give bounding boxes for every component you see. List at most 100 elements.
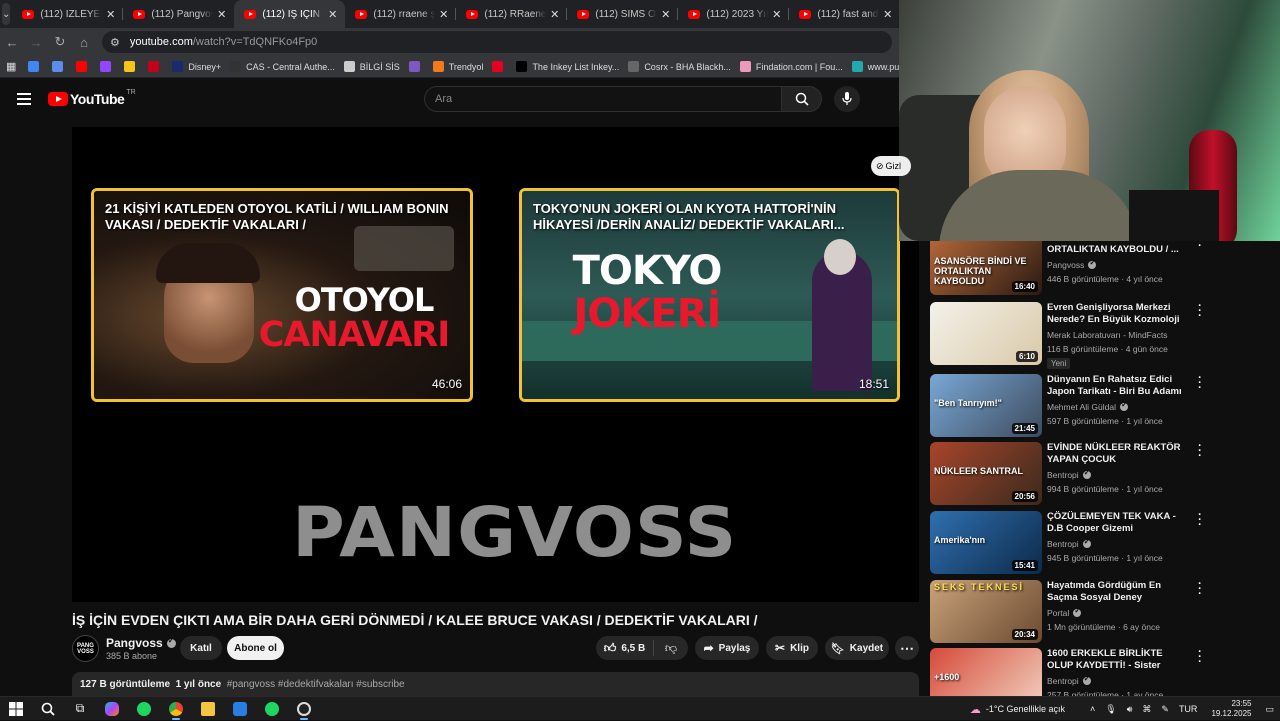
clip-button[interactable]: ✂ Klip	[766, 636, 818, 660]
end-screen-video-1[interactable]: 21 KİŞİYİ KATLEDEN OTOYOL KATİLİ / WILLI…	[91, 188, 473, 402]
notification-icon[interactable]: ▭	[1265, 704, 1274, 715]
search-button[interactable]	[781, 86, 822, 112]
file-explorer-icon[interactable]	[192, 697, 224, 721]
avatar-text: PANG VOSS	[77, 642, 94, 655]
more-options-icon[interactable]: ···	[1196, 241, 1204, 252]
microphone-tray-icon[interactable]: 🎙︎	[1105, 704, 1116, 715]
more-options-icon[interactable]: ···	[1196, 373, 1204, 394]
related-channel-name: Portal	[1047, 608, 1070, 618]
voice-search-button[interactable]	[834, 86, 860, 112]
end-screen-video-2[interactable]: TOKYO'NUN JOKERİ OLAN KYOTA HATTORİ'NİN …	[519, 188, 900, 402]
weather-text[interactable]: -1°C Genellikle açık	[986, 704, 1065, 714]
search-input[interactable]: Ara	[424, 86, 782, 112]
bookmark-favicon	[516, 61, 528, 72]
url-field[interactable]: ⚙ youtube.com/watch?v=TdQNFKo4Fp0	[102, 31, 892, 53]
menu-icon[interactable]	[17, 93, 31, 105]
bookmark-item[interactable]	[148, 61, 164, 72]
more-options-icon[interactable]: ···	[1196, 579, 1204, 600]
network-tray-icon[interactable]: ⌘	[1142, 704, 1151, 715]
close-tab-icon[interactable]: ✕	[217, 8, 226, 21]
close-tab-icon[interactable]: ✕	[883, 8, 892, 21]
copilot-icon[interactable]	[96, 697, 128, 721]
related-duration: 21:45	[1011, 423, 1038, 434]
language-indicator[interactable]: TUR	[1179, 704, 1198, 714]
hashtags[interactable]: #pangvoss #dedektifvakaları #subscribe	[227, 679, 405, 690]
spotify-icon-2[interactable]	[256, 697, 288, 721]
description-box[interactable]: 127 B görüntüleme 1 yıl önce #pangvoss #…	[72, 672, 919, 696]
tab-search-button[interactable]: ⌄	[2, 3, 11, 25]
chevron-up-icon[interactable]: ˄	[1090, 704, 1095, 714]
related-video-item[interactable]: ASANSÖRE BİNDİ VE ORTALIKTAN KAYBOLDU 16:…	[930, 241, 1270, 296]
app-icon[interactable]	[224, 697, 256, 721]
reload-icon[interactable]: ↻	[48, 34, 72, 50]
close-tab-icon[interactable]: ✕	[328, 8, 337, 21]
close-tab-icon[interactable]: ✕	[772, 8, 781, 21]
browser-tab[interactable]: (112) İŞ İÇİN EVDEN ✕	[234, 0, 346, 28]
more-actions-button[interactable]: ⋯	[895, 636, 919, 660]
weather-icon[interactable]: ☁	[970, 703, 981, 716]
share-button[interactable]: ➦ Paylaş	[695, 636, 759, 660]
bookmark-item[interactable]: Trendyol	[432, 61, 483, 72]
apps-icon[interactable]: ▦	[6, 60, 16, 73]
clock[interactable]: 23:55 19.12.2025	[1211, 699, 1251, 719]
search-taskbar-icon[interactable]	[32, 697, 64, 721]
tab-title: (112) 2023 Yılının	[706, 8, 769, 20]
related-video-item[interactable]: NÜKLEER SANTRAL 20:56 EVİNDE NÜKLEER REAKT…	[930, 441, 1270, 506]
related-video-item[interactable]: 6:10 Evren Genişliyorsa Merkezi Nerede? E…	[930, 301, 1270, 369]
bookmark-item[interactable]: BİLGİ SİS	[343, 61, 400, 72]
bookmark-item[interactable]	[76, 61, 92, 72]
channel-avatar[interactable]: PANG VOSS	[72, 635, 99, 662]
bookmark-item[interactable]	[52, 61, 68, 72]
dislike-button[interactable]: 👎︎	[654, 641, 688, 656]
forward-icon[interactable]: →	[24, 35, 48, 50]
start-button[interactable]	[0, 697, 32, 721]
close-tab-icon[interactable]: ✕	[106, 8, 115, 21]
bookmark-item[interactable]	[28, 61, 44, 72]
close-tab-icon[interactable]: ✕	[661, 8, 670, 21]
browser-tab[interactable]: (112) 2023 Yılının✕	[678, 0, 790, 28]
bookmark-item[interactable]	[100, 61, 116, 72]
related-video-item[interactable]: Amerika'nın 15:41 ÇÖZÜLEMEYEN TEK VAKA - D…	[930, 510, 1270, 575]
related-video-item[interactable]: SEKS TEKNESİ 20:34 Hayatımda Gördüğüm En S…	[930, 579, 1270, 644]
related-video-item[interactable]: +1600 1600 ERKEKLE BİRLİKTE OLUP KAYDETTİ…	[930, 647, 1270, 696]
home-icon[interactable]: ⌂	[72, 35, 96, 50]
bookmark-item[interactable]	[492, 61, 508, 72]
more-options-icon[interactable]: ···	[1196, 301, 1204, 322]
bookmark-item[interactable]: Disney+	[172, 61, 221, 72]
subscribe-button[interactable]: Abone ol	[227, 636, 284, 660]
youtube-logo[interactable]: YouTube TR	[48, 89, 136, 107]
obs-icon[interactable]	[288, 697, 320, 721]
chrome-icon[interactable]	[160, 697, 192, 721]
more-options-icon[interactable]: ···	[1196, 441, 1204, 462]
close-tab-icon[interactable]: ✕	[550, 8, 559, 21]
bookmark-item[interactable]: Cosrx - BHA Blackh...	[628, 61, 731, 72]
join-button[interactable]: Katıl	[180, 636, 222, 660]
back-icon[interactable]: ←	[0, 35, 24, 50]
site-info-icon[interactable]: ⚙	[110, 36, 120, 49]
like-button[interactable]: 👍︎ 6,5 B	[596, 640, 654, 656]
volume-tray-icon[interactable]: 🔊︎	[1127, 704, 1133, 715]
hide-end-screen-button[interactable]: ⊘ Gizl	[871, 156, 911, 176]
spotify-icon[interactable]	[128, 697, 160, 721]
related-video-item[interactable]: "Ben Tanrıyım!" 21:45 Dünyanın En Rahatsız…	[930, 373, 1270, 438]
bookmark-item[interactable]: The Inkey List Inkey...	[516, 61, 619, 72]
more-options-icon[interactable]: ···	[1196, 647, 1204, 668]
browser-tab[interactable]: (112) rraene şemp✕	[345, 0, 457, 28]
related-channel: Bentropi	[1047, 468, 1091, 480]
more-options-icon[interactable]: ···	[1196, 510, 1204, 531]
browser-tab[interactable]: (112) fast and furi ✕	[789, 0, 901, 28]
close-tab-icon[interactable]: ✕	[439, 8, 448, 21]
video-player[interactable]: 21 KİŞİYİ KATLEDEN OTOYOL KATİLİ / WILLI…	[72, 127, 919, 602]
pen-tray-icon[interactable]: ✎	[1161, 704, 1169, 715]
browser-tab[interactable]: (112) SİMS OYUNU ✕	[567, 0, 679, 28]
save-button[interactable]: 🔖︎ Kaydet	[825, 636, 889, 660]
bookmark-item[interactable]: Findation.com | Fou...	[739, 61, 843, 72]
task-view-icon[interactable]: ⧉	[64, 697, 96, 721]
channel-name-link[interactable]: Pangvoss	[106, 636, 176, 650]
bookmark-item[interactable]	[408, 61, 425, 72]
browser-tab[interactable]: (112) RRaenee - En✕	[456, 0, 568, 28]
browser-tab[interactable]: (112) Pangvoss - YouTube ✕	[123, 0, 234, 28]
browser-tab[interactable]: (112) İZLEYENİN BEN ✕	[12, 0, 124, 28]
bookmark-item[interactable]: CAS - Central Authe...	[230, 61, 335, 72]
bookmark-item[interactable]	[124, 61, 140, 72]
